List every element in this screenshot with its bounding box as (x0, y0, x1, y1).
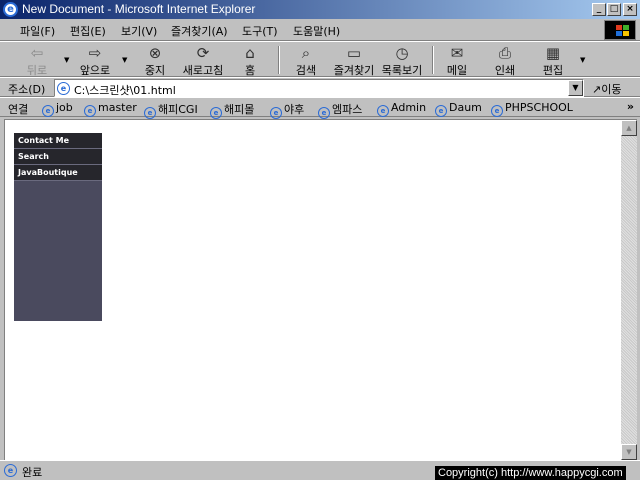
address-value: C:\스크린샷\01.html (74, 84, 176, 97)
links-label: 연결 (8, 103, 29, 116)
menu-edit[interactable]: 편집(E) (70, 23, 106, 39)
back-dropdown-icon[interactable]: ▼ (64, 56, 69, 64)
status-page-icon: e (4, 464, 17, 477)
scroll-down-icon[interactable]: ▼ (621, 444, 637, 460)
go-arrow-icon: ↗ (592, 83, 602, 96)
close-button[interactable]: × (623, 3, 637, 16)
toolbar-separator (278, 46, 280, 74)
go-button[interactable]: ↗이동 (592, 81, 621, 97)
refresh-button[interactable]: ⟳ 새로고침 (180, 44, 226, 78)
window-title: New Document - Microsoft Internet Explor… (22, 2, 256, 16)
link-yahoo[interactable]: e 야후 (270, 101, 304, 119)
ie-logo-icon: e (3, 2, 18, 17)
link-page-icon: e (210, 107, 222, 119)
title-bar: e New Document - Microsoft Internet Expl… (0, 0, 640, 19)
search-button[interactable]: ⌕ 검색 (292, 44, 320, 78)
back-arrow-icon: ⇦ (30, 44, 44, 62)
home-button[interactable]: ⌂ 홈 (238, 44, 262, 78)
link-job[interactable]: e job (42, 101, 73, 117)
refresh-icon: ⟳ (196, 44, 210, 62)
address-bar: 주소(D) e C:\스크린샷\01.html ▼ ↗이동 (0, 77, 640, 97)
mail-icon: ✉ (450, 44, 464, 62)
search-icon: ⌕ (301, 44, 311, 62)
menu-bar: 파일(F) 편집(E) 보기(V) 즐겨찾기(A) 도구(T) 도움말(H) (0, 19, 640, 41)
link-page-icon: e (435, 105, 447, 117)
menu-file[interactable]: 파일(F) (20, 23, 55, 39)
nav-panel: Contact Me Search JavaBoutique (14, 133, 102, 321)
link-daum[interactable]: e Daum (435, 101, 482, 117)
link-page-icon: e (491, 105, 503, 117)
link-master[interactable]: e master (84, 101, 137, 117)
stop-button[interactable]: ⊗ 중지 (140, 44, 170, 78)
word-edit-icon: ▦ (545, 44, 561, 62)
link-page-icon: e (84, 105, 96, 117)
page-icon: e (57, 82, 70, 95)
address-input[interactable]: e C:\스크린샷\01.html ▼ (54, 79, 584, 97)
forward-button[interactable]: ⇨ 앞으로 (78, 44, 112, 78)
history-icon: ◷ (395, 44, 409, 62)
link-page-icon: e (318, 107, 330, 119)
standard-toolbar: ⇦ 뒤로 ▼ ⇨ 앞으로 ▼ ⊗ 중지 ⟳ 새로고침 ⌂ 홈 ⌕ 검색 ▭ 즐겨… (0, 41, 640, 77)
back-button[interactable]: ⇦ 뒤로 (24, 44, 50, 78)
links-bar: 연결 e job e master e 해피CGI e 해피몰 e 야후 e 엠파스 e Ad… (0, 97, 640, 119)
copyright-text: Copyright(c) http://www.happycgi.com (435, 466, 626, 480)
link-page-icon: e (144, 107, 156, 119)
maximize-button[interactable]: □ (607, 3, 621, 16)
edit-button[interactable]: ▦ 편집 (540, 44, 566, 78)
address-label: 주소(D) (8, 83, 46, 96)
status-bar: e 완료 Copyright(c) http://www.happycgi.co… (0, 460, 640, 480)
history-button[interactable]: ◷ 목록보기 (380, 44, 424, 78)
nav-link-search[interactable]: Search (14, 149, 102, 165)
menu-view[interactable]: 보기(V) (121, 23, 157, 39)
windows-logo-icon (604, 20, 636, 40)
home-icon: ⌂ (245, 44, 255, 62)
nav-link-contact-me[interactable]: Contact Me (14, 133, 102, 149)
printer-icon: ⎙ (498, 44, 511, 62)
link-phpschool[interactable]: e PHPSCHOOL (491, 101, 573, 117)
print-button[interactable]: ⎙ 인쇄 (492, 44, 518, 78)
link-page-icon: e (270, 107, 282, 119)
favorites-folder-icon: ▭ (346, 44, 362, 62)
link-admin[interactable]: e Admin (377, 101, 426, 117)
status-text: 완료 (22, 466, 43, 479)
link-happycgi[interactable]: e 해피CGI (144, 101, 198, 119)
mail-button[interactable]: ✉ 메일 (444, 44, 470, 78)
links-more-icon[interactable]: » (627, 100, 634, 113)
vertical-scrollbar[interactable]: ▲ ▼ (621, 120, 637, 460)
link-empas[interactable]: e 엠파스 (318, 101, 362, 119)
toolbar-separator (432, 46, 434, 74)
nav-link-javaboutique[interactable]: JavaBoutique (14, 165, 102, 181)
page-viewport: Contact Me Search JavaBoutique ▲ ▼ (4, 119, 637, 460)
scroll-up-icon[interactable]: ▲ (621, 120, 637, 136)
address-dropdown-icon[interactable]: ▼ (568, 80, 583, 96)
link-page-icon: e (42, 105, 54, 117)
menu-help[interactable]: 도움말(H) (293, 23, 340, 39)
stop-icon: ⊗ (148, 44, 162, 62)
menu-favorites[interactable]: 즐겨찾기(A) (171, 23, 228, 39)
link-page-icon: e (377, 105, 389, 117)
link-happymall[interactable]: e 해피몰 (210, 101, 254, 119)
edit-dropdown-icon[interactable]: ▼ (580, 56, 585, 64)
forward-dropdown-icon[interactable]: ▼ (122, 56, 127, 64)
favorites-button[interactable]: ▭ 즐겨찾기 (332, 44, 376, 78)
forward-arrow-icon: ⇨ (88, 44, 102, 62)
menu-tools[interactable]: 도구(T) (242, 23, 278, 39)
minimize-button[interactable]: _ (592, 3, 606, 16)
